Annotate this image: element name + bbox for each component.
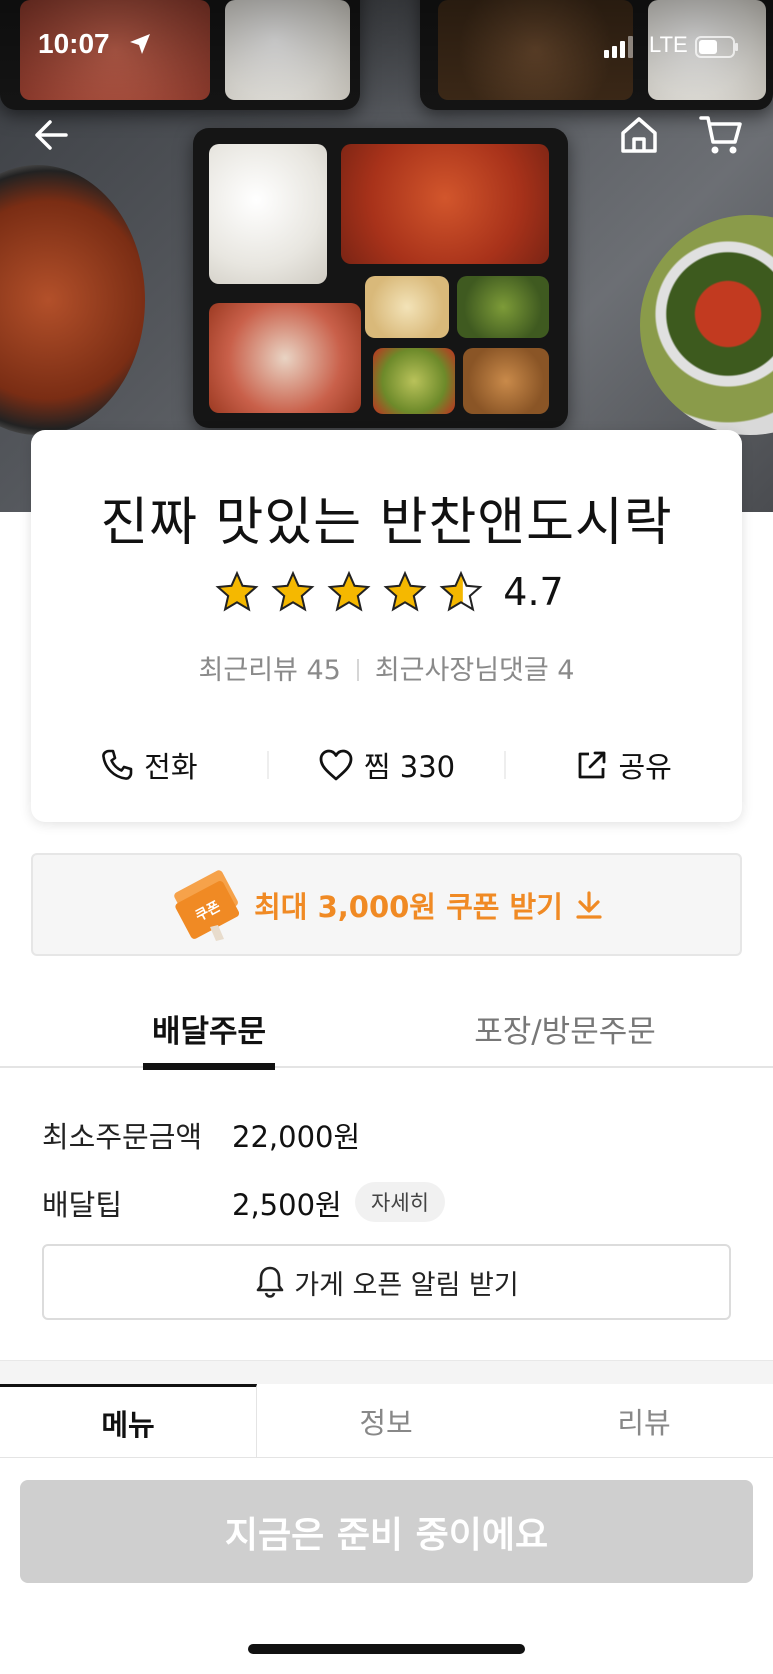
star-icon bbox=[271, 570, 315, 612]
min-order-label: 최소주문금액 bbox=[42, 1120, 203, 1154]
heart-icon bbox=[319, 749, 353, 781]
share-button[interactable]: 공유 bbox=[506, 744, 742, 786]
open-alarm-label: 가게 오픈 알림 받기 bbox=[294, 1269, 519, 1301]
share-label: 공유 bbox=[618, 750, 672, 784]
bell-icon bbox=[256, 1266, 284, 1298]
back-arrow-icon bbox=[35, 120, 68, 150]
detail-label: 자세히 bbox=[371, 1191, 429, 1215]
cta-label: 지금은 준비 중이에요 bbox=[224, 1514, 549, 1556]
min-order-value: 22,000원 bbox=[232, 1120, 361, 1154]
open-alarm-button[interactable]: 가게 오픈 알림 받기 bbox=[42, 1244, 731, 1320]
stew-bowl bbox=[0, 165, 145, 435]
section-divider bbox=[0, 1360, 773, 1384]
store-content-tabs: 메뉴 정보 리뷰 bbox=[0, 1384, 773, 1458]
status-time: 10:07 bbox=[38, 28, 110, 59]
star-icon bbox=[327, 570, 371, 612]
tab-menu-label: 메뉴 bbox=[101, 1407, 155, 1442]
share-icon bbox=[579, 751, 606, 779]
review-summary: 최근리뷰 45 최근사장님댓글 4 bbox=[31, 648, 742, 687]
rating-row: 4.7 bbox=[31, 570, 742, 614]
tab-delivery-order[interactable]: 배달주문 bbox=[143, 990, 275, 1070]
tab-review[interactable]: 리뷰 bbox=[515, 1384, 773, 1458]
star-icon bbox=[215, 570, 259, 612]
order-cta-button: 지금은 준비 중이에요 bbox=[20, 1480, 753, 1583]
owner-comments-link[interactable]: 최근사장님댓글 4 bbox=[375, 655, 575, 686]
side-dish-plate bbox=[640, 215, 773, 435]
like-label: 찜 330 bbox=[363, 750, 456, 784]
tab-pickup-label: 포장/방문주문 bbox=[474, 1014, 656, 1050]
divider bbox=[356, 659, 359, 681]
lunchbox-tray bbox=[193, 128, 568, 428]
call-label: 전화 bbox=[144, 750, 198, 784]
like-button[interactable]: 찜 330 bbox=[269, 744, 505, 786]
delivery-tip-label: 배달팁 bbox=[42, 1188, 123, 1222]
download-arrow-icon bbox=[576, 890, 602, 919]
network-label: LTE bbox=[649, 32, 688, 57]
tab-menu[interactable]: 메뉴 bbox=[0, 1384, 257, 1458]
order-type-tabs: 배달주문 포장/방문주문 bbox=[0, 990, 773, 1070]
tab-pickup-order[interactable]: 포장/방문주문 bbox=[440, 990, 690, 1068]
location-arrow-icon bbox=[130, 34, 150, 54]
phone-icon bbox=[102, 749, 133, 780]
signal-icon bbox=[604, 36, 633, 58]
home-icon bbox=[621, 117, 657, 153]
store-info-card: 진짜 맛있는 반찬앤도시락 4.7 최근리뷰 45 최근사장님댓글 4 전화 찜 … bbox=[31, 430, 742, 822]
delivery-tip-detail-button[interactable]: 자세히 bbox=[355, 1182, 445, 1222]
battery-icon bbox=[695, 36, 738, 58]
recent-reviews-link[interactable]: 최근리뷰 45 bbox=[199, 655, 341, 686]
tab-info-label: 정보 bbox=[359, 1406, 413, 1440]
tab-info[interactable]: 정보 bbox=[257, 1384, 515, 1458]
home-button[interactable] bbox=[614, 110, 664, 160]
half-star-icon bbox=[439, 570, 483, 612]
coupon-banner[interactable]: 쿠폰 최대 3,000원 쿠폰 받기 bbox=[31, 853, 742, 956]
action-row: 전화 찜 330 공유 bbox=[31, 740, 742, 790]
coupon-icon: 쿠폰 bbox=[174, 869, 240, 941]
home-indicator bbox=[248, 1644, 525, 1654]
star-icon bbox=[383, 570, 427, 612]
delivery-tip-value: 2,500원 bbox=[232, 1188, 342, 1222]
store-name: 진짜 맛있는 반찬앤도시락 bbox=[100, 493, 673, 553]
back-button[interactable] bbox=[26, 110, 76, 160]
tab-review-label: 리뷰 bbox=[617, 1406, 671, 1440]
coupon-label: 최대 3,000원 쿠폰 받기 bbox=[254, 889, 563, 924]
cart-button[interactable] bbox=[696, 110, 746, 160]
tab-delivery-label: 배달주문 bbox=[151, 1014, 267, 1050]
status-bar: 10:07 LTE bbox=[0, 0, 773, 92]
cart-icon bbox=[699, 116, 742, 154]
rating-value: 4.7 bbox=[503, 570, 564, 614]
call-button[interactable]: 전화 bbox=[31, 744, 267, 786]
